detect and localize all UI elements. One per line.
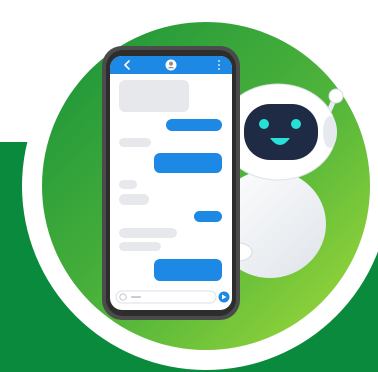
chatbot-illustration	[0, 0, 378, 372]
send-icon[interactable]	[218, 291, 230, 303]
robot-right-eye	[291, 119, 301, 129]
sent-bubble	[194, 211, 222, 222]
received-bubble	[119, 228, 177, 238]
robot-left-eye	[259, 119, 269, 129]
sent-bubble	[154, 153, 222, 173]
robot-ear	[323, 116, 337, 148]
robot-antenna-tip	[328, 88, 344, 104]
kebab-menu-icon[interactable]	[218, 60, 220, 70]
received-bubble	[119, 180, 137, 189]
received-image-bubble	[119, 80, 189, 112]
sent-bubble	[166, 119, 222, 131]
sent-bubble	[154, 259, 222, 281]
avatar-icon	[165, 59, 177, 71]
robot-face	[244, 104, 318, 160]
received-bubble	[119, 242, 161, 251]
received-bubble	[119, 138, 151, 147]
input-text-hint	[131, 296, 141, 298]
received-bubble	[119, 194, 149, 205]
phone	[102, 46, 240, 320]
illustration-svg	[0, 2, 378, 372]
